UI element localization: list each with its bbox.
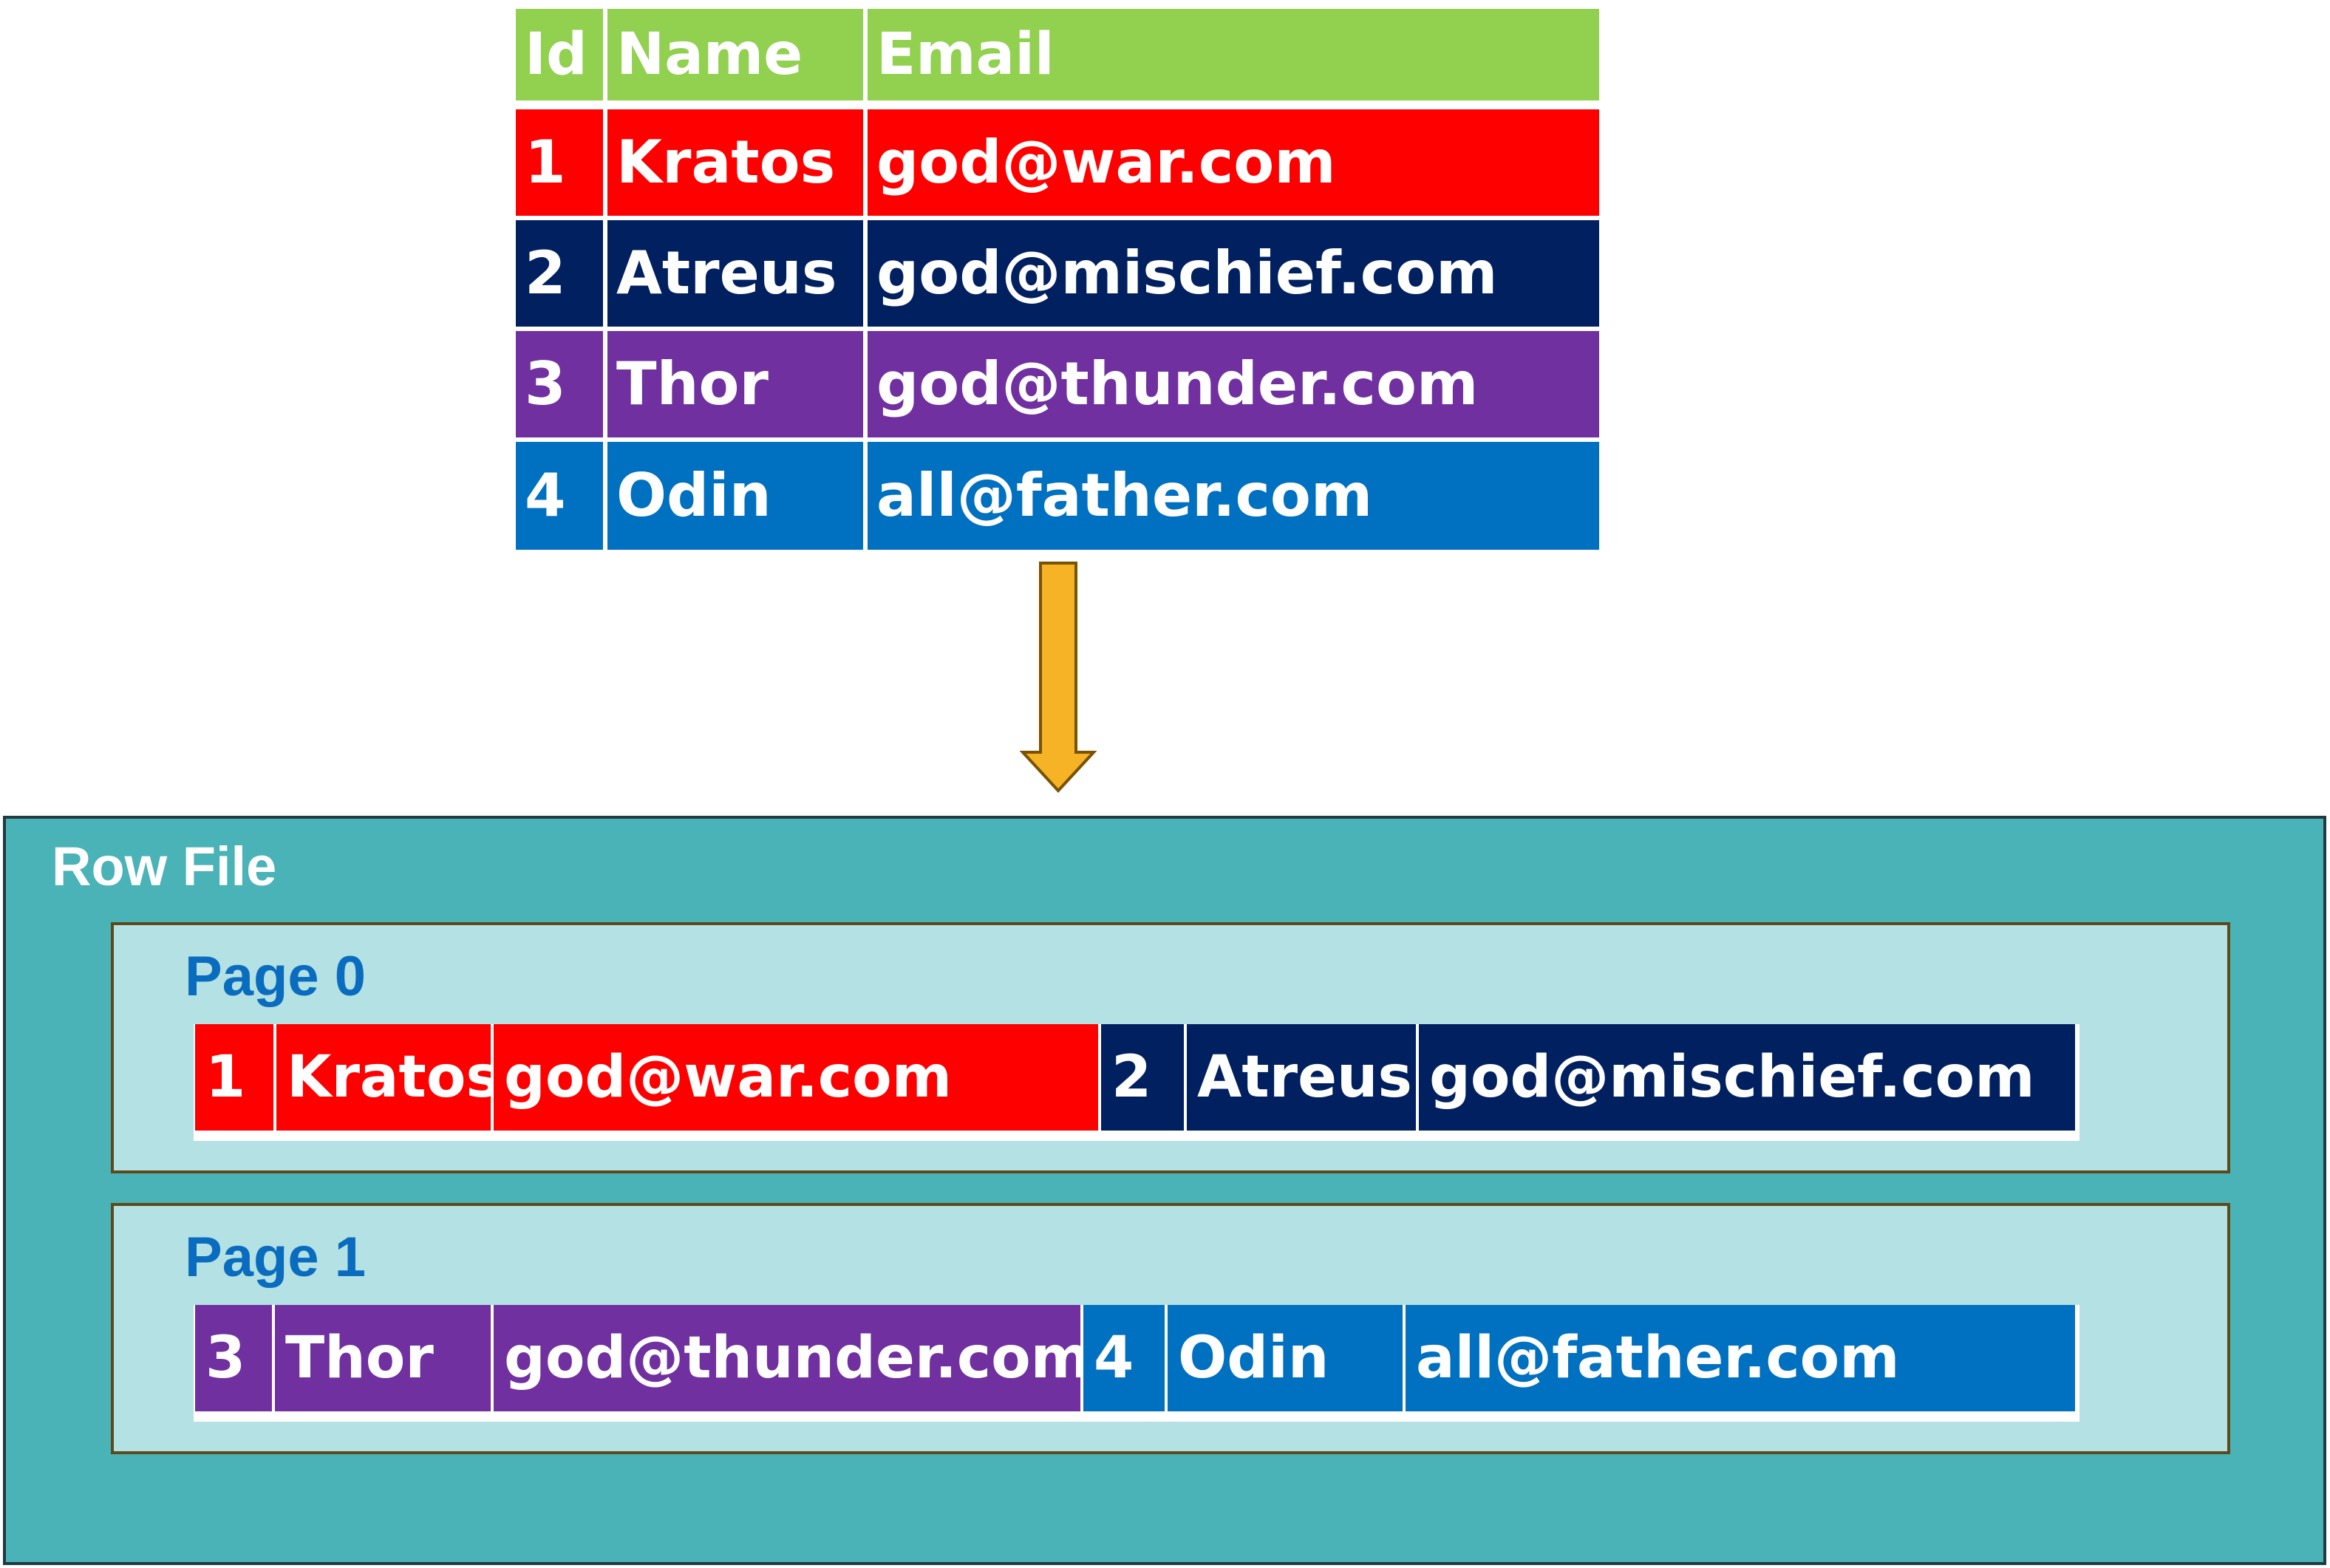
down-arrow-icon bbox=[1020, 562, 1097, 793]
page-1-row-4-email: all@father.com bbox=[1406, 1305, 2075, 1411]
page-0-row-1-name: Kratos bbox=[276, 1024, 491, 1131]
page-0-row-1-id: 1 bbox=[195, 1024, 273, 1131]
row-3-email: god@thunder.com bbox=[868, 331, 1599, 437]
page-1-rows: 3 Thor god@thunder.com 4 Odin all@father… bbox=[194, 1305, 2079, 1422]
page-1-row-3-id: 3 bbox=[195, 1305, 272, 1411]
header-email: Email bbox=[868, 9, 1599, 100]
page-0-row-2-email: god@mischief.com bbox=[1419, 1024, 2075, 1131]
header-name: Name bbox=[607, 9, 863, 100]
page-0-row-2-name: Atreus bbox=[1187, 1024, 1416, 1131]
row-4-name: Odin bbox=[607, 442, 863, 550]
page-1-row-3-email: god@thunder.com bbox=[494, 1305, 1080, 1411]
row-1-name: Kratos bbox=[607, 109, 863, 216]
page-0-row-2-id: 2 bbox=[1101, 1024, 1184, 1131]
row-4-id: 4 bbox=[516, 442, 603, 550]
row-2-email: god@mischief.com bbox=[868, 220, 1599, 327]
header-id: Id bbox=[516, 9, 603, 100]
page-0-row-1-email: god@war.com bbox=[494, 1024, 1098, 1131]
page-1-title: Page 1 bbox=[185, 1226, 367, 1289]
row-1-id: 1 bbox=[516, 109, 603, 216]
row-1-email: god@war.com bbox=[868, 109, 1599, 216]
page-0-title: Page 0 bbox=[185, 945, 367, 1008]
page-1-row-4-id: 4 bbox=[1083, 1305, 1165, 1411]
row-4-email: all@father.com bbox=[868, 442, 1599, 550]
row-file-title: Row File bbox=[52, 836, 277, 897]
row-2-name: Atreus bbox=[607, 220, 863, 327]
page-0-rows: 1 Kratos god@war.com 2 Atreus god@mischi… bbox=[194, 1024, 2079, 1141]
row-3-name: Thor bbox=[607, 331, 863, 437]
row-3-id: 3 bbox=[516, 331, 603, 437]
page-1-row-4-name: Odin bbox=[1168, 1305, 1403, 1411]
row-2-id: 2 bbox=[516, 220, 603, 327]
page-1-row-3-name: Thor bbox=[275, 1305, 491, 1411]
